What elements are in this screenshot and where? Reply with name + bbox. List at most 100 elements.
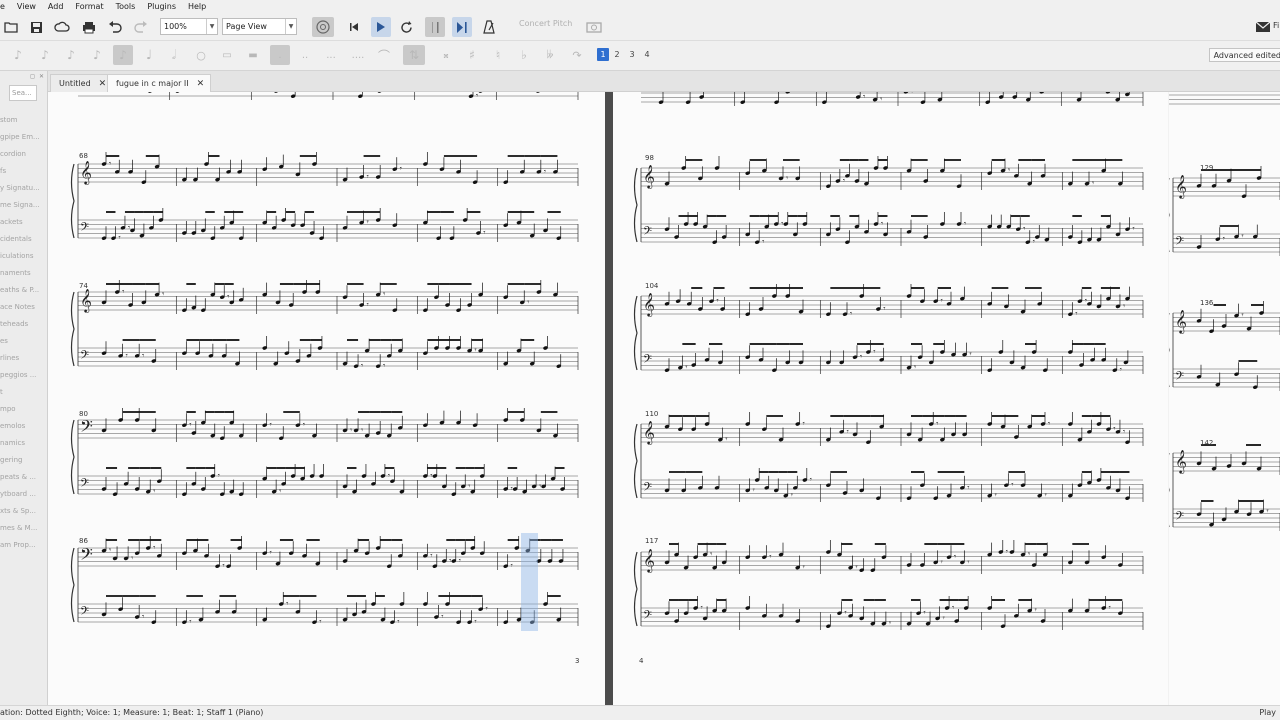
palette-item[interactable]: es (0, 336, 47, 346)
palette-item[interactable]: ace Notes (0, 302, 47, 312)
palette-search-input[interactable]: Sea... (9, 85, 37, 101)
close-icon[interactable]: ✕ (99, 79, 107, 89)
rest-glyph: 𝄾 (383, 361, 385, 370)
menu-help[interactable]: Help (182, 0, 212, 13)
menu-file[interactable]: e (0, 0, 11, 13)
open-folder-icon[interactable] (2, 17, 20, 37)
print-icon[interactable] (80, 17, 98, 37)
menu-format[interactable]: Format (69, 0, 109, 13)
note-half-icon[interactable]: 𝅗𝅥 (166, 45, 182, 65)
note-dotted-eighth-icon[interactable]: ♪ (113, 45, 133, 65)
concert-pitch-toggle[interactable]: Concert Pitch (519, 19, 572, 28)
advanced-edition-button[interactable]: Advanced edited (1208, 48, 1280, 62)
flip-voice-icon[interactable]: ↷ (568, 45, 586, 65)
rest-icon[interactable]: ▬ (245, 45, 261, 65)
metronome-loop-icon[interactable] (452, 17, 472, 37)
zoom-combo[interactable]: 100% ▼ (160, 18, 218, 35)
note-whole-icon[interactable]: ○ (193, 45, 209, 65)
tab-untitled[interactable]: Untitled ✕ (50, 74, 114, 92)
loop-icon[interactable] (397, 17, 415, 37)
augmentation-dot-icon[interactable]: . (270, 45, 290, 65)
undo-icon[interactable] (106, 17, 124, 37)
palette-close-icon[interactable]: ✕ (39, 73, 44, 80)
rewind-icon[interactable] (345, 17, 363, 37)
triple-dot-icon[interactable]: ... (323, 45, 339, 65)
redo-icon[interactable] (132, 17, 150, 37)
rest-glyph: 𝄾 (769, 552, 771, 561)
palette-item[interactable]: fs (0, 166, 47, 176)
flip-direction-icon[interactable]: ⇅ (403, 45, 425, 65)
note-eighth-icon[interactable]: ♪ (89, 45, 105, 65)
status-text: ation: Dotted Eighth; Voice: 1; Measure:… (0, 708, 264, 717)
natural-icon[interactable]: ♮ (490, 45, 506, 65)
note-16th-icon[interactable]: ♪ (63, 45, 79, 65)
palette-item[interactable]: eaths & P... (0, 285, 47, 295)
bass-clef: 𝄢 (1175, 235, 1184, 251)
palette-item[interactable]: namics (0, 438, 47, 448)
flat-icon[interactable]: ♭ (516, 45, 532, 65)
palette-item[interactable]: mpo (0, 404, 47, 414)
double-sharp-icon[interactable]: 𝄪 (438, 45, 454, 65)
close-icon[interactable]: ✕ (197, 79, 205, 89)
palette-item[interactable]: gpipe Em... (0, 132, 47, 142)
menu-view[interactable]: View (11, 0, 42, 13)
rest-glyph: 𝄾 (810, 475, 812, 484)
palette-item[interactable]: gering (0, 455, 47, 465)
palette-item[interactable]: ackets (0, 217, 47, 227)
palette-float-icon[interactable]: ◻ (30, 73, 35, 80)
palette-item[interactable]: cidentals (0, 234, 47, 244)
rest-glyph: 𝄾 (970, 350, 972, 359)
palette-item[interactable]: stom (0, 115, 47, 125)
palette-item[interactable]: naments (0, 268, 47, 278)
palette-item[interactable]: teheads (0, 319, 47, 329)
palette-item[interactable]: peats & ... (0, 472, 47, 482)
note-quarter-icon[interactable]: ♩ (141, 45, 157, 65)
rest-glyph: 𝄾 (1075, 309, 1077, 318)
rest-glyph: 𝄾 (843, 176, 845, 185)
cloud-save-icon[interactable] (53, 17, 71, 37)
midi-input-icon[interactable] (312, 17, 334, 37)
menu-add[interactable]: Add (42, 0, 70, 13)
palette-item[interactable]: xts & Sp... (0, 506, 47, 516)
palette-item[interactable]: peggios ... (0, 370, 47, 380)
loop-in-icon[interactable] (425, 17, 445, 37)
save-icon[interactable] (27, 17, 45, 37)
mail-icon[interactable] (1252, 17, 1274, 37)
tab-fugue[interactable]: fugue in c major II ✕ (107, 74, 212, 92)
palette-item[interactable]: cordion (0, 149, 47, 159)
view-mode-combo[interactable]: Page View ▼ (222, 18, 297, 35)
rest-glyph: 𝄾 (995, 491, 997, 500)
double-dot-icon[interactable]: .. (297, 45, 313, 65)
quadruple-dot-icon[interactable]: .... (349, 45, 367, 65)
note-breve-icon[interactable]: ▭ (219, 45, 235, 65)
rest-glyph: 𝄾 (863, 92, 865, 101)
rest-glyph: 𝄾 (367, 172, 369, 181)
note-64th-icon[interactable]: ♪ (10, 45, 26, 65)
palette-item[interactable]: y Signatu... (0, 183, 47, 193)
metronome-icon[interactable] (480, 17, 498, 37)
bass-clef: 𝄢 (643, 353, 652, 369)
palette-item[interactable]: emolos (0, 421, 47, 431)
palette-item[interactable]: t (0, 387, 47, 397)
note-32nd-icon[interactable]: ♪ (37, 45, 53, 65)
palette-item[interactable]: iculations (0, 251, 47, 261)
menu-plugins[interactable]: Plugins (141, 0, 182, 13)
sharp-icon[interactable]: ♯ (464, 45, 480, 65)
palette-item[interactable]: ytboard ... (0, 489, 47, 499)
play-button[interactable] (371, 17, 391, 37)
palette-item[interactable]: me Signa... (0, 200, 47, 210)
voice-1-button[interactable]: 1 (597, 48, 609, 61)
voice-4-button[interactable]: 4 (641, 48, 653, 61)
rest-glyph: 𝄾 (142, 612, 144, 621)
voice-2-button[interactable]: 2 (611, 48, 623, 61)
menu-tools[interactable]: Tools (110, 0, 142, 13)
palette-item[interactable]: am Prop... (0, 540, 47, 550)
voice-3-button[interactable]: 3 (626, 48, 638, 61)
palette-item[interactable]: mes & M... (0, 523, 47, 533)
brace (633, 295, 638, 371)
tie-icon[interactable]: ⌒ (375, 45, 393, 65)
double-flat-icon[interactable]: 𝄫 (542, 45, 558, 65)
score-view[interactable]: 𝄾𝄾𝄾𝄾𝄾𝄾𝄞𝄢𝄾𝄾𝄾𝄾𝄾𝄾𝄾𝄾𝄞𝄢𝄾𝄾𝄾𝄾𝄾𝄾𝄾𝄾𝄾𝄾𝄾𝄢𝄢𝄾𝄾𝄾𝄾𝄾𝄾𝄾𝄾𝄾… (48, 92, 1280, 705)
image-capture-icon[interactable] (584, 17, 604, 37)
palette-item[interactable]: rlines (0, 353, 47, 363)
